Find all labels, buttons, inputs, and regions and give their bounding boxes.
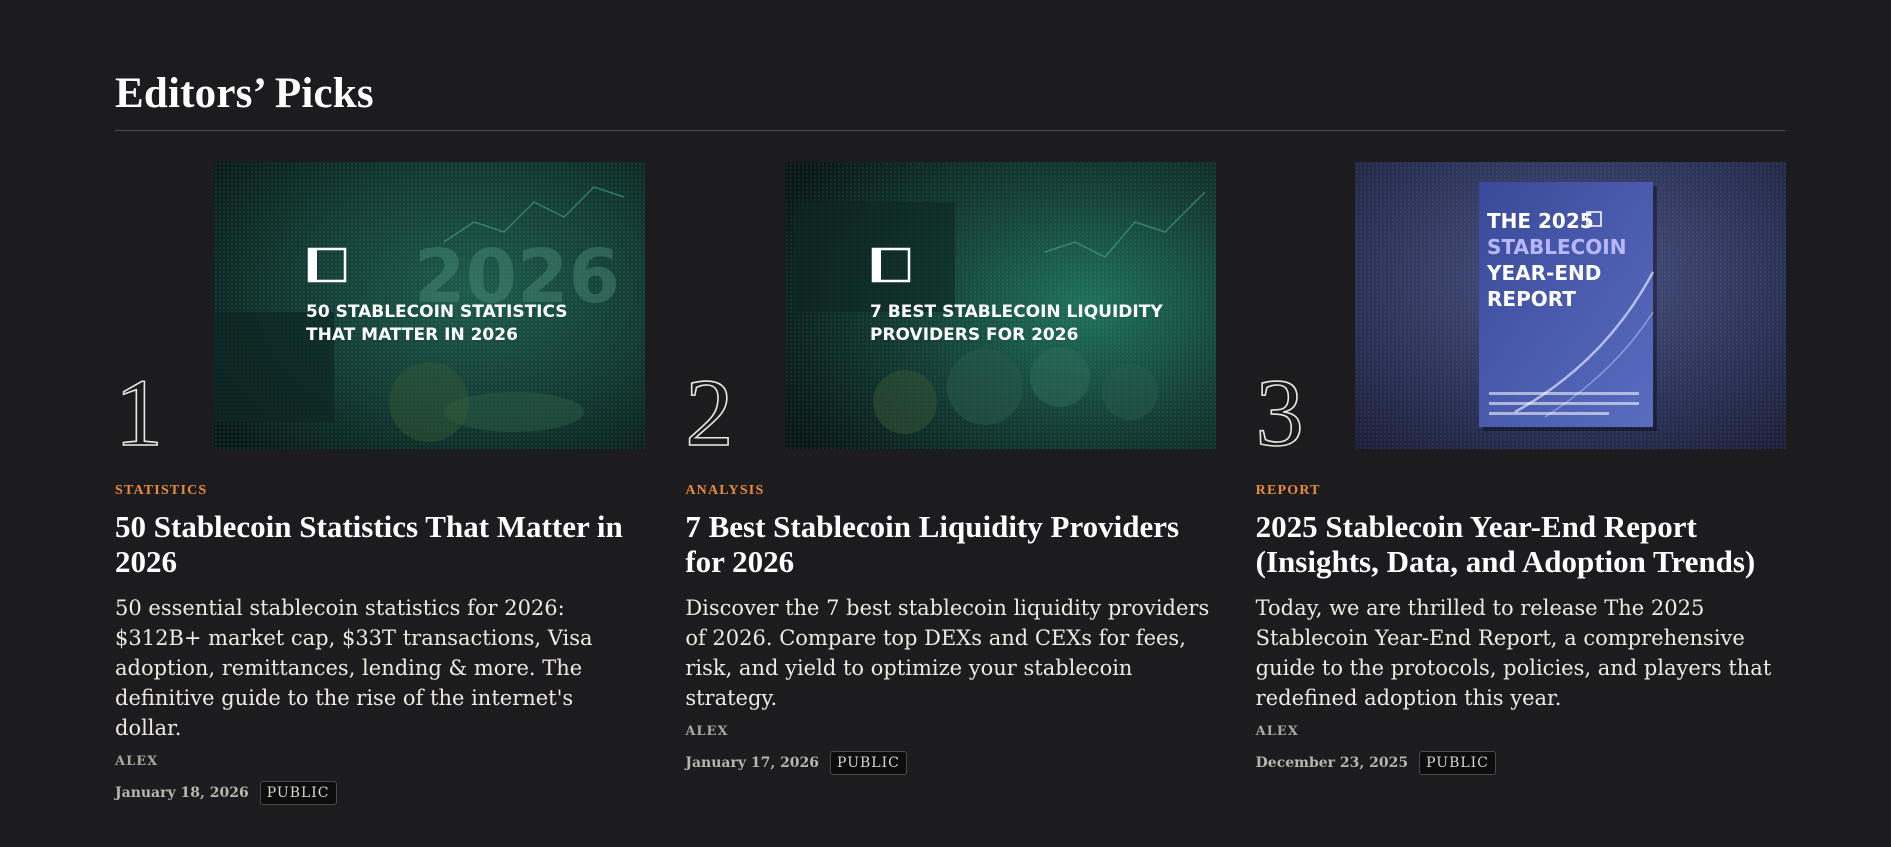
author-name[interactable]: ALEX xyxy=(1256,724,1786,739)
article-meta: January 17, 2026 PUBLIC xyxy=(685,751,1215,775)
editors-picks-section: Editors’ Picks 1 2026 50 STABLECOIN STAT… xyxy=(114,0,1786,805)
article-excerpt: Today, we are thrilled to release The 20… xyxy=(1255,596,1772,710)
visibility-badge: PUBLIC xyxy=(830,751,907,775)
article-title[interactable]: 50 Stablecoin Statistics That Matter in … xyxy=(115,509,645,579)
card-media[interactable]: 1 2026 50 STABLECOIN STATISTICS THAT MAT… xyxy=(114,162,646,461)
thumbnail-title-line-2: THAT MATTER IN 2026 xyxy=(306,325,518,345)
article-meta: January 18, 2026 PUBLIC xyxy=(115,781,645,805)
visibility-badge: PUBLIC xyxy=(1419,751,1496,775)
thumbnail-image: 2026 50 STABLECOIN STATISTICS THAT MATTE… xyxy=(214,162,646,449)
cover-title-line-1: THE 2025 xyxy=(1487,209,1594,233)
rank-number: 2 xyxy=(685,359,735,466)
visibility-badge: PUBLIC xyxy=(259,781,337,805)
publish-date: December 23, 2025 xyxy=(1255,755,1409,771)
thumbnail-title-line-2: PROVIDERS FOR 2026 xyxy=(870,325,1078,345)
publish-date: January 18, 2026 xyxy=(115,785,249,801)
category-tag[interactable]: ANALYSIS xyxy=(685,482,1215,500)
card-media[interactable]: 2 7 BEST STABLECOIN LIQUIDITY PROVIDERS … xyxy=(685,162,1216,461)
section-divider xyxy=(115,130,1786,131)
thumbnail-image: 7 BEST STABLECOIN LIQUIDITY PROVIDERS FO… xyxy=(784,162,1216,449)
card-media[interactable]: 3 THE 2025 STABLECOIN YEAR-END REPORT xyxy=(1255,162,1786,461)
cover-title-line-2: STABLECOIN xyxy=(1487,235,1626,259)
category-tag[interactable]: STATISTICS xyxy=(115,482,645,500)
thumbnail-image: THE 2025 STABLECOIN YEAR-END REPORT xyxy=(1354,162,1786,449)
author-name[interactable]: ALEX xyxy=(685,724,1215,739)
cover-title-line-3: YEAR-END xyxy=(1486,261,1601,285)
thumbnail-title-line-1: 50 STABLECOIN STATISTICS xyxy=(306,302,568,322)
article-meta: December 23, 2025 PUBLIC xyxy=(1256,751,1786,775)
section-title: Editors’ Picks xyxy=(115,70,374,117)
rank-number: 1 xyxy=(114,359,164,466)
category-tag[interactable]: REPORT xyxy=(1256,482,1786,500)
author-name[interactable]: ALEX xyxy=(115,754,645,769)
card-thumbnail[interactable]: THE 2025 STABLECOIN YEAR-END REPORT xyxy=(1354,162,1786,449)
cards-grid: 1 2026 50 STABLECOIN STATISTICS THAT MAT… xyxy=(114,162,1786,805)
article-card[interactable]: 1 2026 50 STABLECOIN STATISTICS THAT MAT… xyxy=(114,162,646,805)
article-excerpt: Discover the 7 best stablecoin liquidity… xyxy=(685,596,1210,710)
article-card[interactable]: 2 7 BEST STABLECOIN LIQUIDITY PROVIDERS … xyxy=(685,162,1216,805)
publish-date: January 17, 2026 xyxy=(685,755,820,771)
cover-title-line-4: REPORT xyxy=(1487,287,1576,311)
article-title[interactable]: 2025 Stablecoin Year-End Report (Insight… xyxy=(1256,509,1786,579)
card-thumbnail[interactable]: 7 BEST STABLECOIN LIQUIDITY PROVIDERS FO… xyxy=(784,162,1216,449)
rank-number: 3 xyxy=(1255,359,1305,466)
card-thumbnail[interactable]: 2026 50 STABLECOIN STATISTICS THAT MATTE… xyxy=(214,162,646,449)
thumbnail-title-line-1: 7 BEST STABLECOIN LIQUIDITY xyxy=(870,302,1163,322)
article-excerpt: 50 essential stablecoin statistics for 2… xyxy=(115,596,593,740)
article-card[interactable]: 3 THE 2025 STABLECOIN YEAR-END REPORT RE… xyxy=(1255,162,1786,805)
article-title[interactable]: 7 Best Stablecoin Liquidity Providers fo… xyxy=(685,509,1215,579)
